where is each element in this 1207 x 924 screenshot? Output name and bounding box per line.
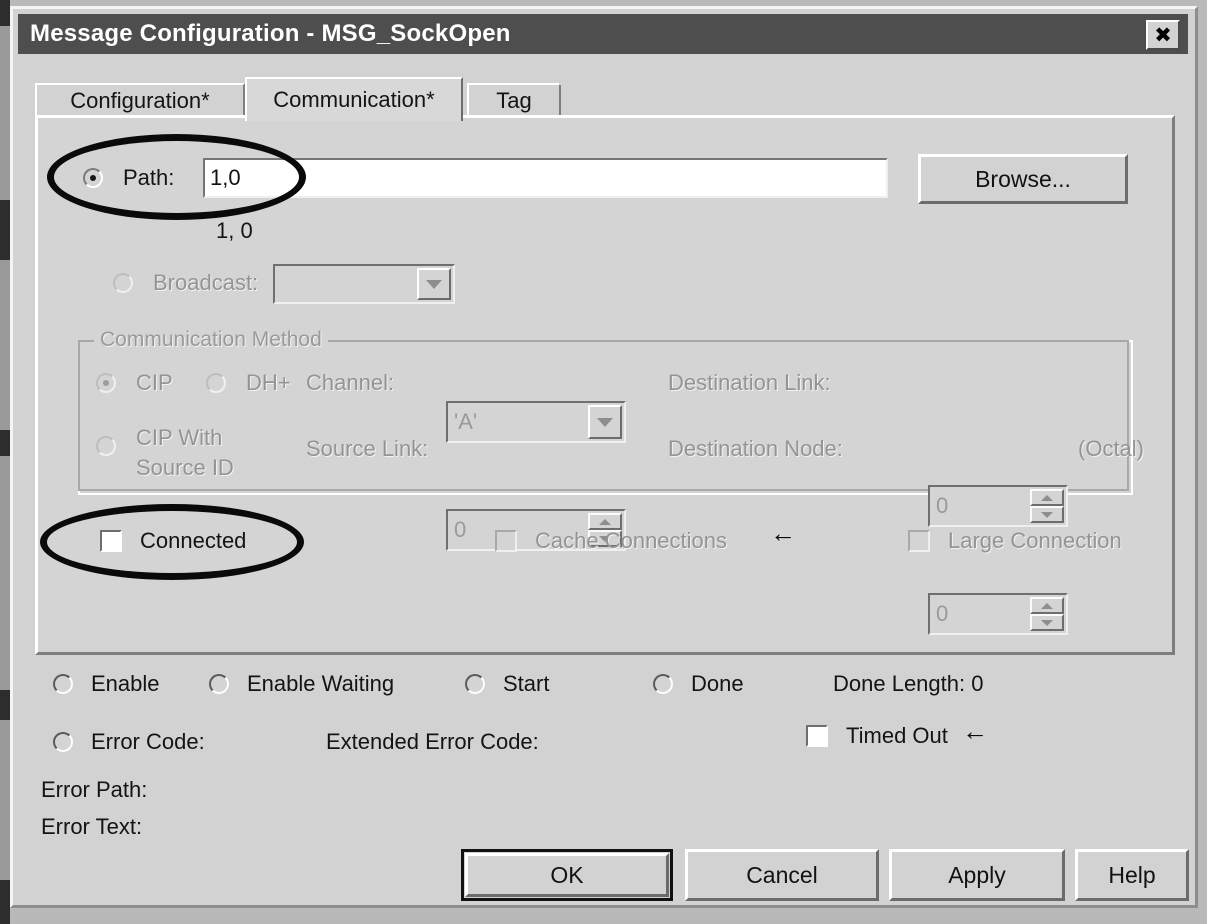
connected-label: Connected xyxy=(140,528,247,553)
connected-checkbox[interactable] xyxy=(100,530,122,557)
start-radio xyxy=(465,674,485,699)
tab-communication[interactable]: Communication* xyxy=(245,77,463,121)
communication-method-group-title: Communication Method xyxy=(94,328,328,352)
cancel-button-label: Cancel xyxy=(746,861,818,888)
done-radio xyxy=(653,674,673,699)
error-code-label: Error Code: xyxy=(91,729,205,754)
window-title: Message Configuration - MSG_SockOpen xyxy=(30,20,511,47)
apply-button-label: Apply xyxy=(948,861,1006,888)
done-label: Done xyxy=(691,671,744,696)
destination-link-value: 0 xyxy=(936,493,949,518)
cache-connections-checkbox[interactable] xyxy=(495,530,517,557)
dhplus-radio[interactable] xyxy=(206,373,226,398)
destination-link-spinner[interactable]: 0 xyxy=(928,485,1068,527)
error-text-label: Error Text: xyxy=(41,814,143,839)
cip-with-source-id-radio[interactable] xyxy=(96,436,116,461)
destination-link-label: Destination Link: xyxy=(668,370,831,395)
cip-with-source-id-label: CIP With Source ID xyxy=(136,423,234,483)
spinner-up-icon[interactable] xyxy=(1030,597,1064,614)
chevron-down-icon[interactable] xyxy=(588,405,622,439)
extended-error-code-label: Extended Error Code: xyxy=(326,729,539,754)
octal-label: (Octal) xyxy=(1078,436,1144,461)
spinner-up-icon[interactable] xyxy=(1030,489,1064,506)
help-button[interactable]: Help xyxy=(1075,849,1189,901)
annotation-arrow-cache-connections: ← xyxy=(770,518,796,548)
browse-button[interactable]: Browse... xyxy=(918,154,1128,204)
channel-combo-value: 'A' xyxy=(454,409,478,434)
ok-button[interactable]: OK xyxy=(461,849,673,901)
source-link-value: 0 xyxy=(454,517,467,542)
ok-button-label: OK xyxy=(550,861,584,888)
tab-communication-label: Communication* xyxy=(273,87,435,112)
annotation-arrow-timed-out: ← xyxy=(962,716,988,746)
help-button-label: Help xyxy=(1108,861,1156,888)
spinner-down-icon[interactable] xyxy=(1030,614,1064,631)
chevron-down-icon[interactable] xyxy=(417,268,451,300)
channel-combo[interactable]: 'A' xyxy=(446,401,626,443)
communication-tab-panel: Path: 1,0 1, 0 Browse... Broadcast: Comm… xyxy=(35,115,1175,655)
source-link-label: Source Link: xyxy=(306,436,429,461)
browse-button-label: Browse... xyxy=(975,165,1071,192)
cip-radio[interactable] xyxy=(96,373,116,398)
window-shadow-strip xyxy=(0,0,10,924)
message-configuration-dialog: Message Configuration - MSG_SockOpen ✖ C… xyxy=(10,6,1198,908)
cancel-button[interactable]: Cancel xyxy=(685,849,879,901)
enable-label: Enable xyxy=(91,671,160,696)
spinner-down-icon[interactable] xyxy=(1030,506,1064,523)
dhplus-label: DH+ xyxy=(246,370,291,395)
large-connection-label: Large Connection xyxy=(948,528,1122,553)
apply-button[interactable]: Apply xyxy=(889,849,1065,901)
timed-out-checkbox[interactable] xyxy=(806,725,828,752)
broadcast-radio[interactable] xyxy=(113,273,133,298)
done-length-label: Done Length: 0 xyxy=(833,671,984,696)
path-radio[interactable] xyxy=(83,168,103,193)
tab-strip-end-divider xyxy=(559,85,561,117)
tab-configuration[interactable]: Configuration* xyxy=(35,83,245,117)
path-resolved-text: 1, 0 xyxy=(216,218,253,243)
tab-tag-label: Tag xyxy=(496,88,532,113)
close-icon[interactable]: ✖ xyxy=(1146,20,1180,50)
start-label: Start xyxy=(503,671,550,696)
enable-waiting-label: Enable Waiting xyxy=(247,671,395,696)
path-input[interactable]: 1,0 xyxy=(203,158,888,198)
tab-configuration-label: Configuration* xyxy=(70,88,210,113)
cip-with-source-id-label-line2: Source ID xyxy=(136,455,234,480)
large-connection-checkbox[interactable] xyxy=(908,530,930,557)
tab-strip: Configuration* Communication* Tag xyxy=(35,77,1175,121)
destination-node-spinner[interactable]: 0 xyxy=(928,593,1068,635)
enable-waiting-radio xyxy=(209,674,229,699)
broadcast-label: Broadcast: xyxy=(153,270,259,295)
title-bar: Message Configuration - MSG_SockOpen ✖ xyxy=(18,14,1188,54)
broadcast-combo[interactable] xyxy=(273,264,455,304)
cip-label: CIP xyxy=(136,370,173,395)
error-path-label: Error Path: xyxy=(41,777,148,802)
channel-label: Channel: xyxy=(306,370,395,395)
cip-with-source-id-label-line1: CIP With xyxy=(136,425,223,450)
cache-connections-label: Cache Connections xyxy=(535,528,728,553)
screen: Message Configuration - MSG_SockOpen ✖ C… xyxy=(0,0,1207,924)
destination-node-label: Destination Node: xyxy=(668,436,843,461)
error-code-radio xyxy=(53,732,73,757)
enable-radio xyxy=(53,674,73,699)
tab-tag[interactable]: Tag xyxy=(467,83,559,117)
timed-out-label: Timed Out xyxy=(846,723,948,748)
destination-node-value: 0 xyxy=(936,601,949,626)
path-label: Path: xyxy=(123,165,175,190)
